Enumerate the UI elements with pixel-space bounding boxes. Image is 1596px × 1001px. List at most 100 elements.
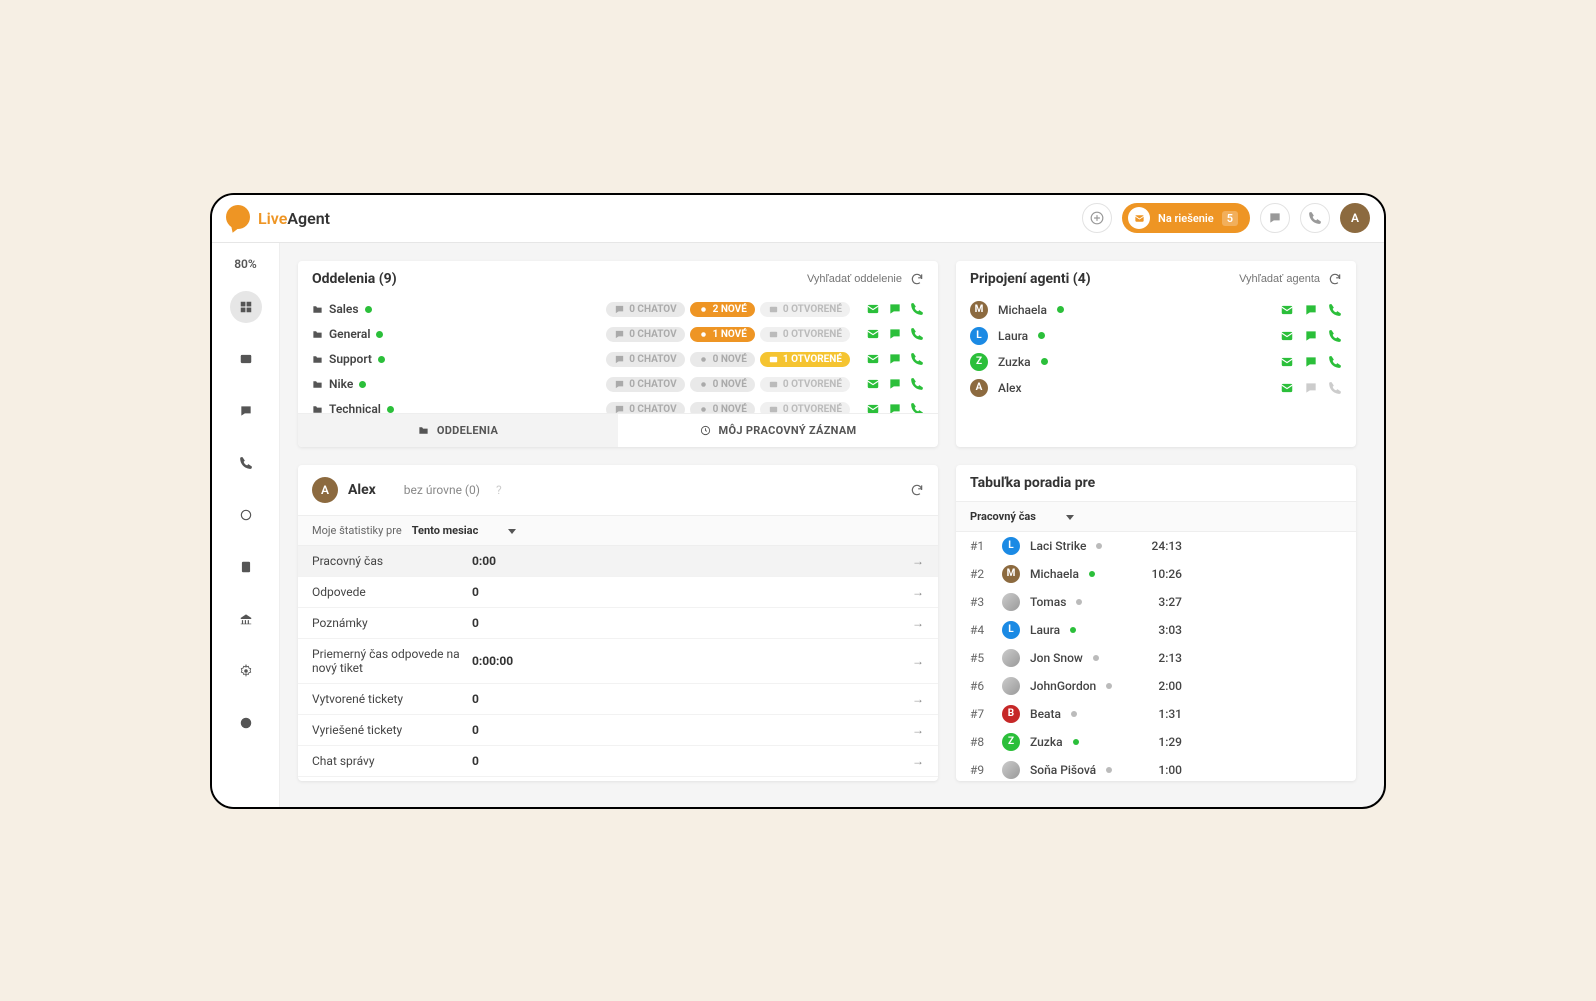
sidebar-item-chats[interactable] bbox=[230, 395, 262, 427]
sidebar-item-reports[interactable] bbox=[230, 603, 262, 635]
sidebar-item-calls[interactable] bbox=[230, 447, 262, 479]
user-avatar[interactable]: A bbox=[1340, 203, 1370, 233]
to-solve-pill[interactable]: Na riešenie 5 bbox=[1122, 203, 1250, 233]
leaderboard-filter-select[interactable]: Pracovný čas bbox=[970, 510, 1074, 523]
leaderboard-row[interactable]: #7 B Beata 1:31 bbox=[956, 700, 1356, 728]
agent-row[interactable]: L Laura bbox=[956, 323, 1356, 349]
open-badge[interactable]: 1 OTVORENÉ bbox=[760, 352, 850, 367]
open-badge[interactable]: 0 OTVORENÉ bbox=[760, 327, 850, 342]
leaderboard-row[interactable]: #4 L Laura 3:03 bbox=[956, 616, 1356, 644]
leaderboard-row[interactable]: #2 M Michaela 10:26 bbox=[956, 560, 1356, 588]
agents-title: Pripojení agenti (4) bbox=[970, 271, 1091, 287]
mail-icon[interactable] bbox=[1280, 355, 1294, 369]
stats-label: Pracovný čas bbox=[312, 554, 472, 568]
open-badge[interactable]: 0 OTVORENÉ bbox=[760, 402, 850, 413]
phone-status-button[interactable] bbox=[1300, 203, 1330, 233]
agent-row[interactable]: Z Zuzka bbox=[956, 349, 1356, 375]
agent-row[interactable]: A Alex bbox=[956, 375, 1356, 401]
stats-row[interactable]: Vytvorené tickety 0 → bbox=[298, 684, 938, 715]
chat-icon[interactable] bbox=[1304, 303, 1318, 317]
phone-icon[interactable] bbox=[910, 402, 924, 413]
phone-icon[interactable] bbox=[1328, 355, 1342, 369]
sidebar-item-dashboard[interactable] bbox=[230, 291, 262, 323]
tab-worklog[interactable]: MÔJ PRACOVNÝ ZÁZNAM bbox=[618, 414, 938, 447]
departments-search[interactable] bbox=[752, 273, 902, 285]
chat-badge[interactable]: 0 CHATOV bbox=[606, 327, 684, 342]
circle-icon bbox=[239, 508, 253, 522]
logo[interactable]: LiveAgent bbox=[226, 205, 330, 231]
phone-icon[interactable] bbox=[910, 377, 924, 391]
chat-icon[interactable] bbox=[1304, 355, 1318, 369]
stats-label: Chat správy bbox=[312, 754, 472, 768]
phone-icon[interactable] bbox=[910, 302, 924, 316]
refresh-icon[interactable] bbox=[910, 272, 924, 286]
department-row[interactable]: Sales 0 CHATOV 2 NOVÉ 0 OTVORENÉ bbox=[312, 297, 924, 322]
open-badge[interactable]: 0 OTVORENÉ bbox=[760, 302, 850, 317]
new-badge[interactable]: 0 NOVÉ bbox=[690, 377, 755, 392]
sidebar-item-extensions[interactable] bbox=[230, 707, 262, 739]
new-badge[interactable]: 2 NOVÉ bbox=[690, 302, 755, 317]
department-row[interactable]: General 0 CHATOV 1 NOVÉ 0 OTVORENÉ bbox=[312, 322, 924, 347]
mail-icon[interactable] bbox=[1280, 381, 1294, 395]
new-badge[interactable]: 1 NOVÉ bbox=[690, 327, 755, 342]
chat-icon[interactable] bbox=[888, 302, 902, 316]
mail-icon[interactable] bbox=[866, 352, 880, 366]
chat-badge[interactable]: 0 CHATOV bbox=[606, 352, 684, 367]
refresh-icon[interactable] bbox=[1328, 272, 1342, 286]
stats-filter-select[interactable]: Tento mesiac bbox=[412, 524, 517, 537]
mail-icon[interactable] bbox=[866, 327, 880, 341]
mail-icon[interactable] bbox=[866, 377, 880, 391]
stats-row[interactable]: Priemerný čas odpovede na nový tiket 0:0… bbox=[298, 639, 938, 684]
stats-row[interactable]: Poznámky 0 → bbox=[298, 608, 938, 639]
chat-icon[interactable] bbox=[888, 352, 902, 366]
inbox-icon bbox=[768, 404, 779, 413]
chat-status-button[interactable] bbox=[1260, 203, 1290, 233]
stats-row[interactable]: Chat správy 0 → bbox=[298, 746, 938, 777]
phone-icon[interactable] bbox=[1328, 381, 1342, 395]
department-row[interactable]: Nike 0 CHATOV 0 NOVÉ 0 OTVORENÉ bbox=[312, 372, 924, 397]
phone-icon[interactable] bbox=[910, 352, 924, 366]
agents-search[interactable] bbox=[1170, 273, 1320, 285]
chat-icon[interactable] bbox=[888, 327, 902, 341]
stats-row[interactable]: Odpovede 0 → bbox=[298, 577, 938, 608]
department-row[interactable]: Support 0 CHATOV 0 NOVÉ 1 OTVORENÉ bbox=[312, 347, 924, 372]
sidebar-item-customers[interactable] bbox=[230, 551, 262, 583]
refresh-icon[interactable] bbox=[910, 483, 924, 497]
tab-departments[interactable]: ODDELENIA bbox=[298, 414, 618, 447]
help-icon[interactable]: ? bbox=[496, 483, 502, 497]
mail-icon[interactable] bbox=[866, 402, 880, 413]
add-button[interactable] bbox=[1082, 203, 1112, 233]
stats-row[interactable]: Vyriešené tickety 0 → bbox=[298, 715, 938, 746]
leaderboard-row[interactable]: #8 Z Zuzka 1:29 bbox=[956, 728, 1356, 756]
stats-row[interactable]: Chaty 0 → bbox=[298, 777, 938, 781]
chat-badge[interactable]: 0 CHATOV bbox=[606, 402, 684, 413]
leaderboard-row[interactable]: #5 Jon Snow 2:13 bbox=[956, 644, 1356, 672]
sidebar-item-tickets[interactable] bbox=[230, 343, 262, 375]
leaderboard-row[interactable]: #3 Tomas 3:27 bbox=[956, 588, 1356, 616]
mail-icon bbox=[1128, 207, 1150, 229]
leaderboard-row[interactable]: #6 JohnGordon 2:00 bbox=[956, 672, 1356, 700]
mail-icon[interactable] bbox=[1280, 329, 1294, 343]
phone-icon[interactable] bbox=[1328, 303, 1342, 317]
chat-icon[interactable] bbox=[1304, 329, 1318, 343]
chat-icon[interactable] bbox=[888, 377, 902, 391]
stats-row[interactable]: Pracovný čas 0:00 → bbox=[298, 546, 938, 577]
mail-icon[interactable] bbox=[1280, 303, 1294, 317]
chat-badge[interactable]: 0 CHATOV bbox=[606, 302, 684, 317]
agent-row[interactable]: M Michaela bbox=[956, 297, 1356, 323]
leaderboard-row[interactable]: #9 Soňa Pišová 1:00 bbox=[956, 756, 1356, 781]
sidebar-item-settings[interactable] bbox=[230, 655, 262, 687]
phone-icon[interactable] bbox=[1328, 329, 1342, 343]
mail-icon[interactable] bbox=[866, 302, 880, 316]
sidebar-item-activity[interactable] bbox=[230, 499, 262, 531]
new-badge[interactable]: 0 NOVÉ bbox=[690, 352, 755, 367]
status-dot bbox=[1076, 599, 1082, 605]
chat-badge[interactable]: 0 CHATOV bbox=[606, 377, 684, 392]
chat-icon[interactable] bbox=[1304, 381, 1318, 395]
department-row[interactable]: Technical 0 CHATOV 0 NOVÉ 0 OTVORENÉ bbox=[312, 397, 924, 413]
leaderboard-row[interactable]: #1 L Laci Strike 24:13 bbox=[956, 532, 1356, 560]
open-badge[interactable]: 0 OTVORENÉ bbox=[760, 377, 850, 392]
phone-icon[interactable] bbox=[910, 327, 924, 341]
new-badge[interactable]: 0 NOVÉ bbox=[690, 402, 755, 413]
chat-icon[interactable] bbox=[888, 402, 902, 413]
